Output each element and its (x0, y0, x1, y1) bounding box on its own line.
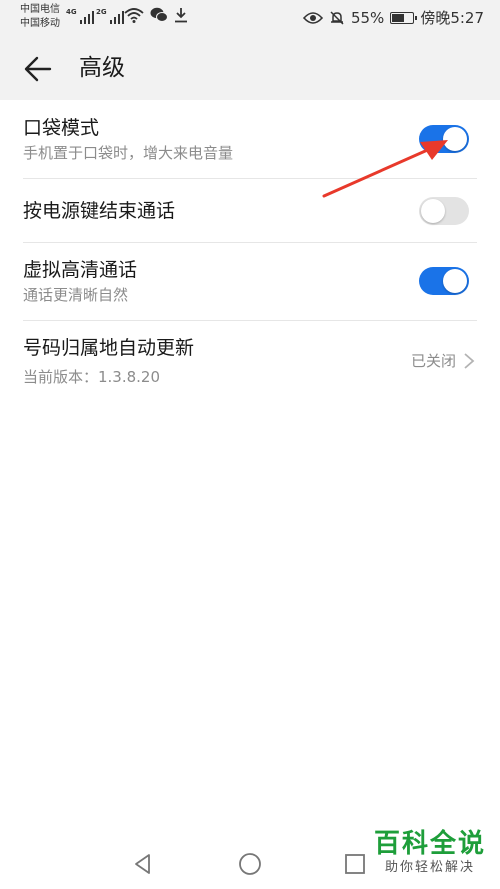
setting-subtitle: 通话更清晰自然 (23, 286, 129, 304)
carrier-1: 中国电信 (20, 4, 60, 15)
setting-value: 已关闭 (410, 352, 456, 370)
pocket-mode-toggle[interactable] (419, 125, 469, 153)
wechat-icon (150, 7, 168, 22)
watermark: 百科全说 助你轻松解决 (374, 828, 486, 876)
signal-icon: 2G (96, 8, 124, 24)
setting-subtitle: 当前版本：1.3.8.20 (23, 368, 161, 386)
settings-list: 口袋模式 手机置于口袋时，增大来电音量 按电源键结束通话 虚拟高清通话 通话更清… (0, 100, 500, 889)
setting-pocket-mode[interactable]: 口袋模式 手机置于口袋时，增大来电音量 (0, 100, 500, 179)
hd-call-toggle[interactable] (419, 267, 469, 295)
signal-icon: 4G (66, 8, 94, 24)
network-type-1: 4G (66, 8, 77, 16)
status-bar: 中国电信 中国移动 4G 2G 55% 傍晚5:27 (0, 0, 500, 36)
battery-icon (390, 11, 418, 24)
setting-power-key-end-call[interactable]: 按电源键结束通话 (0, 179, 500, 243)
title-bar: 高级 (0, 36, 500, 100)
status-icons-left (124, 7, 188, 23)
clock: 傍晚5:27 (420, 9, 484, 27)
carrier-2: 中国移动 (20, 18, 60, 29)
wifi-icon (124, 8, 144, 23)
battery-percent: 55% (350, 8, 385, 27)
home-circle-icon[interactable] (237, 851, 263, 877)
power-key-end-call-toggle[interactable] (419, 197, 469, 225)
download-icon (175, 8, 187, 23)
chevron-right-icon (464, 353, 475, 369)
carrier-labels: 中国电信 中国移动 (20, 3, 60, 31)
setting-number-location-update[interactable]: 号码归属地自动更新 当前版本：1.3.8.20 已关闭 (0, 321, 500, 399)
arrow-left-icon[interactable] (22, 53, 54, 85)
mute-icon (330, 10, 344, 25)
network-type-2: 2G (96, 8, 107, 16)
setting-title: 按电源键结束通话 (23, 200, 176, 222)
recents-square-icon[interactable] (342, 851, 368, 877)
status-right: 55% 傍晚5:27 (302, 7, 484, 28)
setting-title: 口袋模式 (23, 117, 100, 139)
eye-comfort-icon (302, 11, 323, 24)
page-title: 高级 (79, 55, 125, 81)
setting-title: 号码归属地自动更新 (23, 337, 195, 359)
back-triangle-icon[interactable] (130, 851, 156, 877)
watermark-title: 百科全说 (373, 829, 486, 859)
watermark-subtitle: 助你轻松解决 (384, 860, 475, 875)
setting-title: 虚拟高清通话 (23, 259, 138, 281)
setting-subtitle: 手机置于口袋时，增大来电音量 (23, 144, 234, 162)
setting-hd-call[interactable]: 虚拟高清通话 通话更清晰自然 (0, 243, 500, 321)
